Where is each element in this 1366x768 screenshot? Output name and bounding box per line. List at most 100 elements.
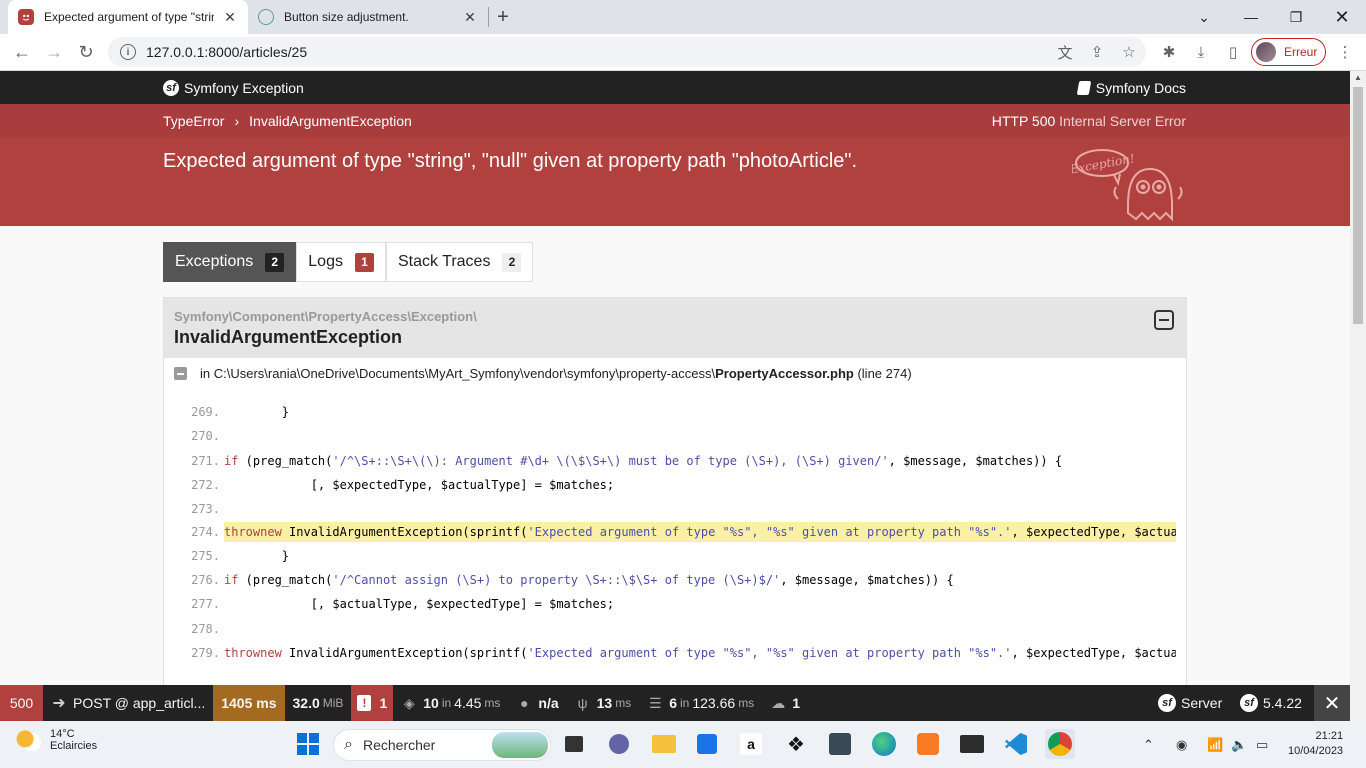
- line-number: 274.: [191, 525, 220, 539]
- teams-chat-icon[interactable]: [604, 729, 634, 759]
- memory-value: 32.0: [292, 695, 320, 711]
- security-panel[interactable]: ● n/a: [508, 685, 566, 721]
- sublime-text-icon[interactable]: [825, 729, 855, 759]
- request-panel[interactable]: ➜ POST @ app_articl...: [43, 685, 213, 721]
- battery-icon[interactable]: ▭: [1256, 721, 1268, 768]
- file-explorer-icon[interactable]: [649, 729, 679, 759]
- tab-exceptions[interactable]: Exceptions 2: [163, 242, 297, 282]
- cache-panel[interactable]: ☁ 1: [762, 685, 808, 721]
- maximize-button[interactable]: ❐: [1273, 0, 1319, 34]
- system-clock[interactable]: 21:21 10/04/2023: [1288, 729, 1343, 759]
- status-code-panel[interactable]: 500: [0, 685, 43, 721]
- db-in: in: [680, 696, 690, 710]
- new-tab-button[interactable]: +: [489, 0, 517, 34]
- request-time: 1405 ms: [221, 695, 277, 711]
- twig-panel[interactable]: ψ 13 ms: [567, 685, 640, 721]
- edge-icon[interactable]: [869, 729, 899, 759]
- weather-widget[interactable]: 14°C Eclaircies: [16, 728, 97, 752]
- xampp-icon[interactable]: [913, 729, 943, 759]
- download-icon[interactable]: ⤓: [1188, 39, 1214, 65]
- forms-panel[interactable]: ◈ 10 in 4.45 ms: [393, 685, 508, 721]
- count-badge: 2: [265, 252, 285, 272]
- profile-button[interactable]: Erreur: [1251, 38, 1326, 66]
- wifi-icon[interactable]: 📶: [1207, 721, 1223, 768]
- database-panel[interactable]: ☰ 6 in 123.66 ms: [639, 685, 762, 721]
- line-number: 269.: [191, 405, 220, 419]
- microsoft-store-icon[interactable]: [692, 729, 722, 759]
- browser-tab-active[interactable]: Expected argument of type "strin ✕: [8, 0, 248, 34]
- extensions-icon[interactable]: ✱: [1156, 39, 1182, 65]
- scroll-up-icon[interactable]: ▲: [1350, 71, 1366, 85]
- forms-count: 10: [423, 695, 439, 711]
- minimize-button[interactable]: —: [1228, 0, 1274, 34]
- address-bar[interactable]: i 127.0.0.1:8000/articles/25: [108, 37, 1146, 67]
- http-status-code: HTTP 500: [991, 112, 1056, 129]
- amazon-icon[interactable]: a: [736, 729, 766, 759]
- code-source: throw new InvalidArgumentException(sprin…: [224, 522, 1176, 542]
- memory-unit: MiB: [322, 696, 344, 710]
- close-toolbar-button[interactable]: ✕: [1314, 685, 1350, 721]
- menu-kebab-icon[interactable]: ⋮: [1332, 39, 1358, 65]
- close-icon[interactable]: ✕: [222, 9, 238, 26]
- browser-tab[interactable]: Button size adjustment. ✕: [248, 0, 488, 34]
- twig-unit: ms: [615, 696, 632, 710]
- site-info-icon[interactable]: i: [120, 44, 136, 60]
- back-button[interactable]: ←: [6, 36, 38, 68]
- symfony-docs-link[interactable]: Symfony Docs: [1076, 80, 1186, 96]
- share-icon[interactable]: ⇪: [1084, 39, 1110, 65]
- close-icon[interactable]: ✕: [462, 9, 478, 26]
- window-close-button[interactable]: ✕: [1319, 0, 1365, 34]
- tab-stack-traces[interactable]: Stack Traces 2: [385, 242, 534, 282]
- code-excerpt: 269. } 270. 271. if (preg_match('/^\S+::\S…: [164, 396, 1186, 683]
- breadcrumb-parent[interactable]: TypeError: [163, 113, 224, 129]
- volume-icon[interactable]: 🔈: [1231, 721, 1247, 768]
- tab-label: Exceptions: [175, 253, 254, 270]
- symfony-logo-icon: sf: [163, 79, 179, 96]
- chrome-icon[interactable]: [1045, 729, 1075, 759]
- forward-button[interactable]: →: [38, 36, 70, 68]
- scrollbar-thumb[interactable]: [1353, 87, 1363, 324]
- vscode-icon[interactable]: [1001, 729, 1031, 759]
- symfony-version-panel[interactable]: sf 5.4.22: [1232, 685, 1310, 721]
- collapse-icon[interactable]: [1154, 310, 1174, 330]
- terminal-icon[interactable]: [957, 729, 987, 759]
- trace-header[interactable]: Symfony\Component\PropertyAccess\Excepti…: [164, 298, 1186, 358]
- windows-start-icon[interactable]: [293, 729, 323, 759]
- clock-date: 10/04/2023: [1288, 745, 1344, 757]
- memory-panel[interactable]: 32.0 MiB: [285, 685, 352, 721]
- code-source: }: [224, 405, 290, 419]
- collapse-line-icon[interactable]: [174, 367, 187, 380]
- bookmark-star-icon[interactable]: ☆: [1116, 39, 1142, 65]
- url-text: 127.0.0.1:8000/articles/25: [146, 44, 308, 60]
- trace-file-line[interactable]: in C:\Users\rania\OneDrive\Documents\MyA…: [174, 366, 912, 381]
- exception-class: InvalidArgumentException: [174, 327, 403, 347]
- time-panel[interactable]: 1405 ms: [213, 685, 285, 721]
- file-path: in C:\Users\rania\OneDrive\Documents\MyA…: [200, 366, 716, 381]
- tray-overflow-icon[interactable]: ⌃: [1143, 721, 1154, 768]
- translate-icon[interactable]: 文: [1052, 39, 1078, 65]
- reload-button[interactable]: ↻: [70, 36, 102, 68]
- dropbox-icon[interactable]: ❖: [781, 729, 811, 759]
- cache-count: 1: [792, 695, 800, 711]
- twig-time: 13: [596, 695, 613, 711]
- tray-app-icon[interactable]: ◉: [1176, 721, 1187, 768]
- tab-search-icon[interactable]: ⌄: [1181, 0, 1227, 34]
- tab-logs[interactable]: Logs 1: [296, 242, 386, 282]
- code-line: 272. [, $expectedType, $actualType] = $m…: [164, 474, 1186, 496]
- server-panel[interactable]: sf Server: [1150, 685, 1230, 721]
- code-source: [, $actualType, $expectedType] = $matche…: [224, 597, 615, 611]
- code-source: if (preg_match('/^\S+::\S+\(\): Argument…: [224, 454, 1063, 468]
- scroll-corner: [1350, 705, 1366, 721]
- symfony-header: sf Symfony Exception Symfony Docs: [0, 71, 1350, 104]
- code-source: if (preg_match('/^Cannot assign (\S+) to…: [224, 573, 954, 587]
- browser-tab-bar: Expected argument of type "strin ✕ Butto…: [0, 0, 1366, 34]
- partly-cloudy-icon: [16, 729, 42, 751]
- page-scrollbar[interactable]: ▲ ▼: [1350, 71, 1366, 721]
- exception-panel[interactable]: ! 1: [351, 685, 394, 721]
- tab-label: Logs: [308, 253, 343, 270]
- taskbar-search[interactable]: ⌕ Rechercher: [333, 729, 551, 761]
- profile-status-label: Erreur: [1284, 45, 1318, 59]
- task-view-icon[interactable]: [559, 729, 589, 759]
- cloud-icon: ☁: [771, 694, 786, 711]
- side-panel-icon[interactable]: ▯: [1220, 39, 1246, 65]
